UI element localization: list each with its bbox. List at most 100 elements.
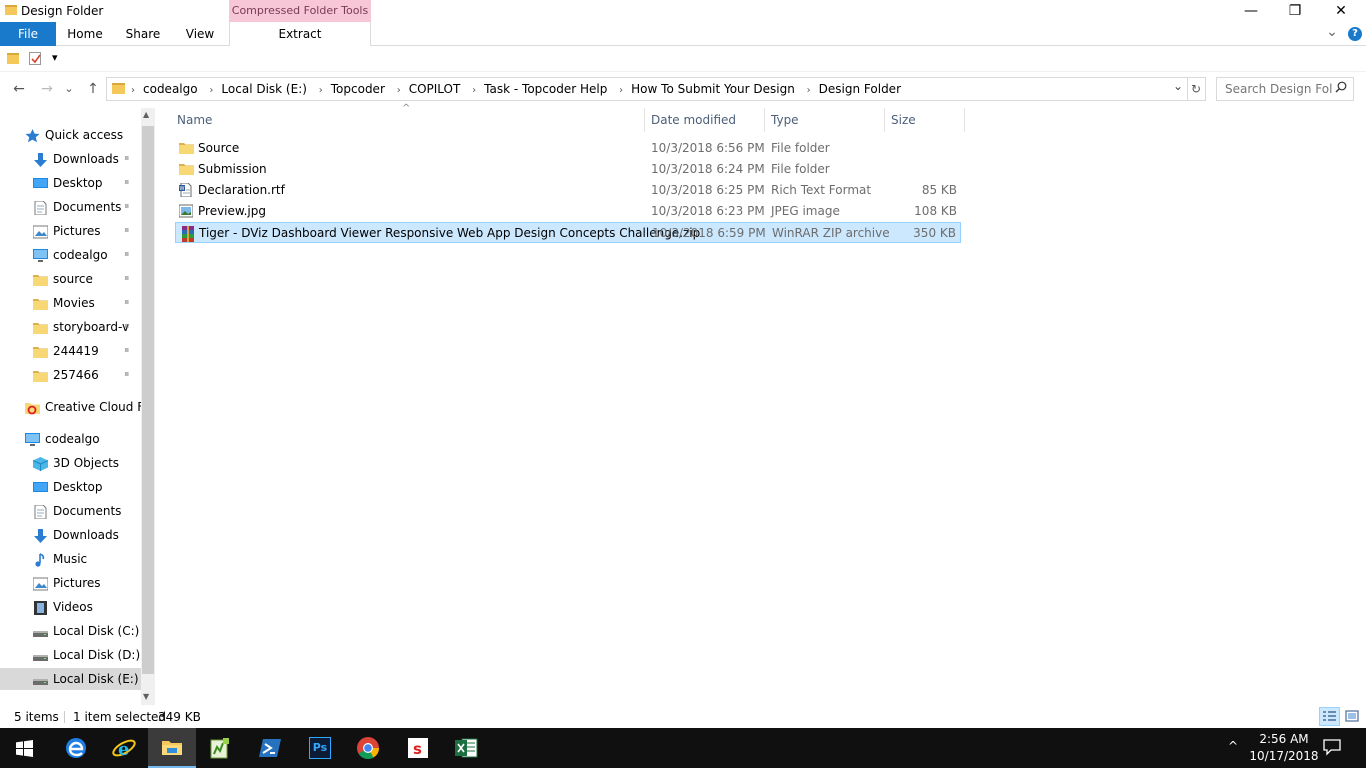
breadcrumb: › codealgo › Local Disk (E:) › Topcoder › CO… [131,82,901,96]
breadcrumb-task-topcoder-help[interactable]: Task - Topcoder Help [484,82,607,96]
sidebar-item-qa-5[interactable]: source ⌖ [0,268,141,290]
file-row[interactable]: Source 10/3/2018 6:56 PM File folder [175,138,961,159]
internet-explorer-icon[interactable]: e [100,728,148,768]
address-bar[interactable]: › codealgo › Local Disk (E:) › Topcoder › CO… [106,77,1188,101]
close-button[interactable]: ✕ [1318,0,1364,22]
tab-view[interactable]: View [174,22,226,46]
sidebar-item-qa-9[interactable]: 257466 ⌖ [0,364,141,386]
sidebar-item-label: Movies [53,296,95,310]
documents-icon [33,200,48,216]
file-explorer-icon[interactable] [148,728,196,768]
photoshop-label: Ps [309,737,331,759]
tab-share[interactable]: Share [116,22,170,46]
forward-button[interactable]: → [36,79,58,99]
tab-home[interactable]: Home [58,22,112,46]
column-divider[interactable] [964,108,965,132]
help-icon[interactable]: ? [1348,27,1362,41]
minimize-button[interactable]: — [1228,0,1274,22]
breadcrumb-separator[interactable]: › [319,85,323,96]
file-row[interactable]: Tiger - DViz Dashboard Viewer Responsive… [175,222,961,243]
scroll-down-icon[interactable]: ▼ [143,692,149,701]
sidebar-item-pc-7[interactable]: Local Disk (C:) [0,620,141,642]
sidebar-item-pc-8[interactable]: Local Disk (D:) [0,644,141,666]
sidebar-creative-cloud[interactable]: Creative Cloud Fil [0,396,150,418]
sidebar-item-pc-6[interactable]: Videos [0,596,141,618]
sidebar-item-qa-1[interactable]: Desktop ⌖ [0,172,141,194]
pin-icon: ⌖ [120,272,133,285]
breadcrumb-codealgo[interactable]: codealgo [143,82,198,96]
breadcrumb-separator[interactable]: › [472,85,476,96]
desktop-icon [33,480,48,494]
sourcetree-icon[interactable]: s [394,728,442,768]
sidebar-item-pc-5[interactable]: Pictures [0,572,141,594]
breadcrumb-separator[interactable]: › [131,85,135,96]
pictures-icon [32,224,49,239]
sidebar-item-pc-1[interactable]: Desktop [0,476,141,498]
sidebar-item-qa-8[interactable]: 244419 ⌖ [0,340,141,362]
breadcrumb-separator[interactable]: › [397,85,401,96]
chrome-icon[interactable] [344,728,392,768]
sidebar-item-qa-3[interactable]: Pictures ⌖ [0,220,141,242]
details-view-button[interactable] [1319,707,1340,726]
properties-icon[interactable] [29,52,41,65]
clock[interactable]: 2:56 AM 10/17/2018 [1248,731,1320,765]
powershell-icon[interactable] [246,728,294,768]
breadcrumb-topcoder[interactable]: Topcoder [331,82,385,96]
details-view-icon [1323,711,1336,721]
sidebar-this-pc[interactable]: codealgo [0,428,141,450]
sidebar-item-pc-0[interactable]: 3D Objects [0,452,141,474]
edge-icon[interactable] [52,728,100,768]
sidebar-item-pc-9[interactable]: Local Disk (E:) [0,668,141,690]
clock-time: 2:56 AM [1259,732,1309,746]
new-folder-icon[interactable] [7,53,19,64]
file-row[interactable]: Preview.jpg 10/3/2018 6:23 PM JPEG image 10… [175,201,961,222]
breadcrumb-local-disk-e[interactable]: Local Disk (E:) [221,82,307,96]
column-name[interactable]: Name [171,108,645,132]
sidebar-item-qa-2[interactable]: Documents ⌖ [0,196,141,218]
notification-icon[interactable] [1322,738,1342,759]
sidebar-quick-access[interactable]: Quick access [0,124,141,146]
breadcrumb-separator[interactable]: › [807,85,811,96]
sidebar-item-pc-3[interactable]: Downloads [0,524,141,546]
tray-chevron-icon[interactable]: ^ [1228,739,1238,753]
sidebar-item-pc-2[interactable]: Documents [0,500,141,522]
selection-size: 349 KB [158,710,201,724]
photoshop-icon[interactable]: Ps [296,728,344,768]
breadcrumb-design-folder[interactable]: Design Folder [819,82,901,96]
windows-start-icon[interactable] [0,728,48,768]
file-row[interactable]: Submission 10/3/2018 6:24 PM File folder [175,159,961,180]
breadcrumb-copilot[interactable]: COPILOT [409,82,461,96]
tab-file[interactable]: File [0,22,56,46]
maximize-button[interactable]: ❐ [1272,0,1318,22]
sidebar-item-qa-6[interactable]: Movies ⌖ [0,292,141,314]
recent-locations-button[interactable]: ⌄ [61,79,77,99]
column-type[interactable]: Type [765,108,885,132]
back-button[interactable]: ← [8,79,30,99]
column-size[interactable]: Size [885,108,965,132]
large-icons-view-button[interactable] [1343,707,1362,726]
address-dropdown-icon[interactable]: ⌄ [1173,79,1183,93]
refresh-button[interactable]: ↻ [1187,77,1206,101]
qat-dropdown-icon[interactable]: ▾ [52,51,58,64]
search-box[interactable] [1216,77,1354,101]
navigation-scrollbar[interactable]: ▲ ▼ [141,108,155,705]
breadcrumb-how-to-submit[interactable]: How To Submit Your Design [631,82,795,96]
sidebar-item-qa-0[interactable]: Downloads ⌖ [0,148,141,170]
file-row[interactable]: W Declaration.rtf 10/3/2018 6:25 PM Rich Te… [175,180,961,201]
notepad-plus-icon[interactable] [196,728,244,768]
scroll-up-icon[interactable]: ▲ [143,110,149,119]
sidebar-item-qa-4[interactable]: codealgo ⌖ [0,244,141,266]
tab-extract[interactable]: Extract [229,22,371,47]
up-button[interactable]: ↑ [82,79,104,99]
sidebar-item-label: Local Disk (C:) [53,624,140,638]
breadcrumb-separator[interactable]: › [619,85,623,96]
sidebar-item-qa-7[interactable]: storyboard-v ⌖ [0,316,141,338]
scroll-thumb[interactable] [142,126,154,674]
excel-icon[interactable] [442,728,490,768]
folder-icon [33,344,48,358]
breadcrumb-separator[interactable]: › [209,85,213,96]
column-date-modified[interactable]: Date modified [645,108,765,132]
ribbon-expand-icon[interactable]: ⌄ [1323,20,1341,44]
search-input[interactable] [1225,79,1337,99]
sidebar-item-pc-4[interactable]: Music [0,548,141,570]
